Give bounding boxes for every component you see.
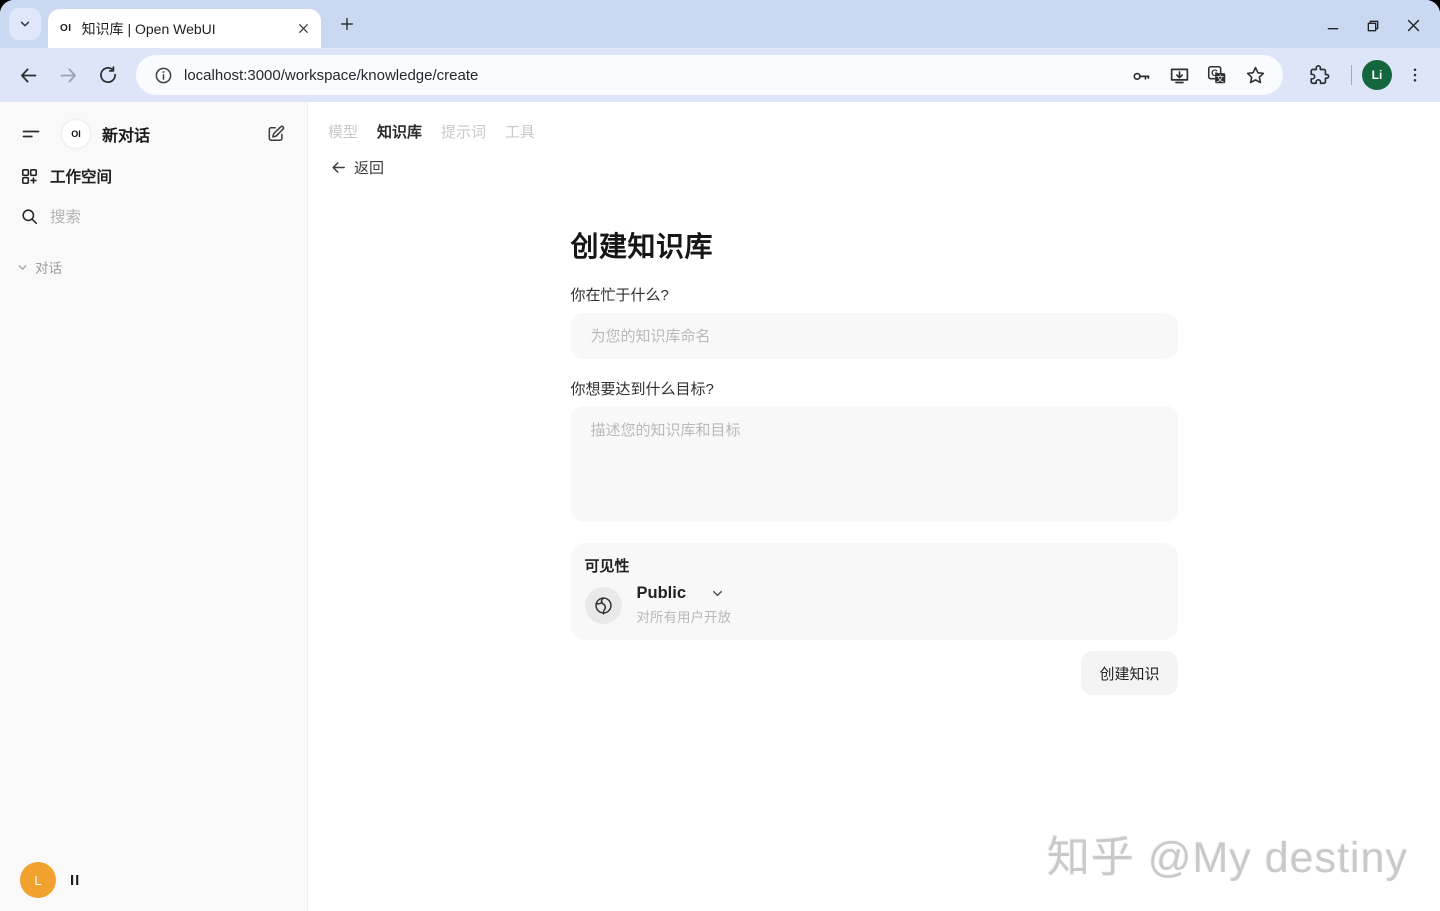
page-title: 创建知识库 xyxy=(571,225,1178,265)
visibility-row: Public 对所有用户开放 xyxy=(585,584,1162,626)
address-bar[interactable]: localhost:3000/workspace/knowledge/creat… xyxy=(136,55,1283,95)
knowledge-name-input[interactable] xyxy=(571,313,1178,359)
forward-button[interactable] xyxy=(51,58,85,92)
sidebar-toggle-button[interactable] xyxy=(16,119,46,149)
visibility-selector[interactable]: Public xyxy=(637,584,732,603)
search-icon xyxy=(16,207,42,226)
translate-icon[interactable]: G 文 xyxy=(1203,61,1231,89)
globe-icon xyxy=(585,587,622,624)
page-content: OI 新对话 工作空间 搜索 xyxy=(0,102,1440,911)
browser-profile-avatar[interactable]: Li xyxy=(1362,60,1392,90)
name-field-label: 你在忙于什么? xyxy=(571,284,1178,305)
toolbar-separator xyxy=(1351,65,1352,85)
workspace-grid-icon xyxy=(16,167,42,186)
conversations-label: 对话 xyxy=(35,257,62,277)
sidebar-header: OI 新对话 xyxy=(16,117,291,151)
browser-toolbar: localhost:3000/workspace/knowledge/creat… xyxy=(0,48,1440,102)
back-button[interactable] xyxy=(11,58,45,92)
browser-tab[interactable]: OI 知识库 | Open WebUI xyxy=(48,9,321,48)
sidebar: OI 新对话 工作空间 搜索 xyxy=(0,102,308,911)
watermark: 知乎 @My destiny xyxy=(1047,823,1408,885)
site-info-icon[interactable] xyxy=(150,62,176,88)
password-key-icon[interactable] xyxy=(1127,61,1155,89)
chevron-down-icon xyxy=(18,17,32,31)
tab-search-button[interactable] xyxy=(9,8,41,40)
sidebar-section-conversations[interactable]: 对话 xyxy=(16,257,291,277)
new-chat-edit-button[interactable] xyxy=(261,119,291,149)
tab-tools[interactable]: 工具 xyxy=(505,121,535,142)
tab-close-button[interactable] xyxy=(293,19,313,39)
user-name: II xyxy=(70,872,80,889)
sidebar-search[interactable]: 搜索 xyxy=(16,201,291,231)
app-logo: OI xyxy=(62,120,90,148)
toolbar-actions: Li xyxy=(1289,59,1430,91)
chevron-down-icon xyxy=(16,261,29,274)
create-knowledge-form: 创建知识库 你在忙于什么? 你想要达到什么目标? 可见性 Public xyxy=(571,225,1178,695)
sidebar-user[interactable]: L II xyxy=(20,862,80,898)
plus-icon xyxy=(339,16,355,32)
extensions-puzzle-icon[interactable] xyxy=(1303,59,1335,91)
create-knowledge-button[interactable]: 创建知识 xyxy=(1081,651,1177,695)
install-app-icon[interactable] xyxy=(1165,61,1193,89)
url-text[interactable]: localhost:3000/workspace/knowledge/creat… xyxy=(184,67,1117,84)
tab-title: 知识库 | Open WebUI xyxy=(82,19,293,39)
svg-text:文: 文 xyxy=(1216,73,1224,83)
tab-models[interactable]: 模型 xyxy=(328,121,358,142)
close-icon xyxy=(297,22,310,35)
visibility-title: 可见性 xyxy=(585,555,1162,576)
main-area: 模型 知识库 提示词 工具 返回 创建知识库 你在忙于什么? 你想要达到什么目标… xyxy=(308,102,1440,911)
close-window-button[interactable] xyxy=(1405,17,1422,34)
reload-button[interactable] xyxy=(91,58,125,92)
visibility-value: Public xyxy=(637,584,687,603)
description-field-label: 你想要达到什么目标? xyxy=(571,378,1178,399)
visibility-hint: 对所有用户开放 xyxy=(637,606,732,626)
visibility-texts: Public 对所有用户开放 xyxy=(637,584,732,626)
search-placeholder: 搜索 xyxy=(50,205,81,227)
new-tab-button[interactable] xyxy=(333,10,361,38)
tab-favicon-icon: OI xyxy=(60,23,72,34)
new-chat-label[interactable]: 新对话 xyxy=(102,122,261,146)
visibility-card: 可见性 Public 对所有用户开放 xyxy=(571,543,1178,640)
tab-knowledge[interactable]: 知识库 xyxy=(377,121,422,142)
user-avatar: L xyxy=(20,862,56,898)
back-label: 返回 xyxy=(354,157,384,178)
submit-row: 创建知识 xyxy=(571,651,1178,695)
bookmark-star-icon[interactable] xyxy=(1241,61,1269,89)
browser-menu-kebab-icon[interactable] xyxy=(1400,60,1430,90)
back-link[interactable]: 返回 xyxy=(330,157,384,178)
tab-strip: OI 知识库 | Open WebUI xyxy=(0,0,1440,48)
sidebar-item-workspace[interactable]: 工作空间 xyxy=(16,161,291,191)
arrow-left-icon xyxy=(330,159,347,176)
window-controls xyxy=(1325,17,1422,34)
restore-button[interactable] xyxy=(1365,18,1381,34)
tab-prompts[interactable]: 提示词 xyxy=(441,121,486,142)
knowledge-description-textarea[interactable] xyxy=(571,406,1178,522)
minimize-button[interactable] xyxy=(1325,18,1341,34)
workspace-label: 工作空间 xyxy=(50,165,112,187)
workspace-tabs: 模型 知识库 提示词 工具 xyxy=(308,102,1440,142)
browser-window: OI 知识库 | Open WebUI xyxy=(0,0,1440,911)
chevron-down-icon xyxy=(710,586,725,601)
